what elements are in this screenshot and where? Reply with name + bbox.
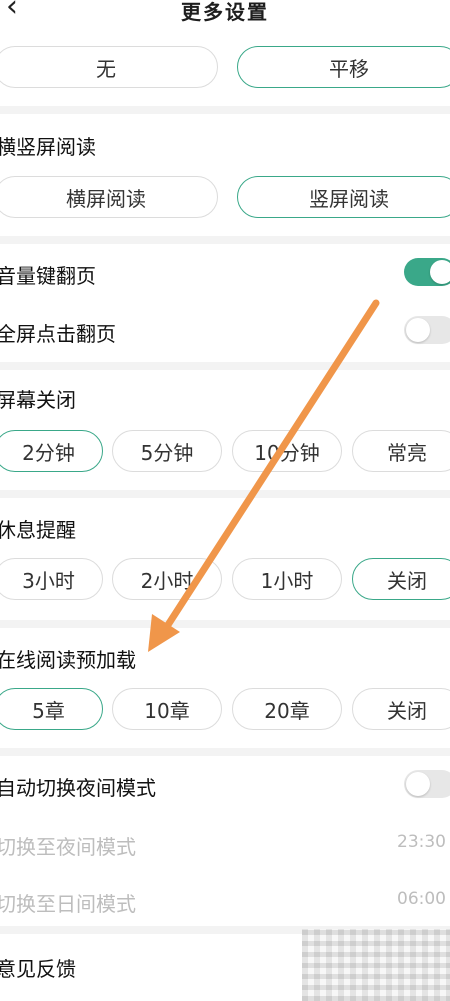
arrow-shaft — [162, 299, 380, 632]
annotation-arrow — [148, 299, 380, 652]
